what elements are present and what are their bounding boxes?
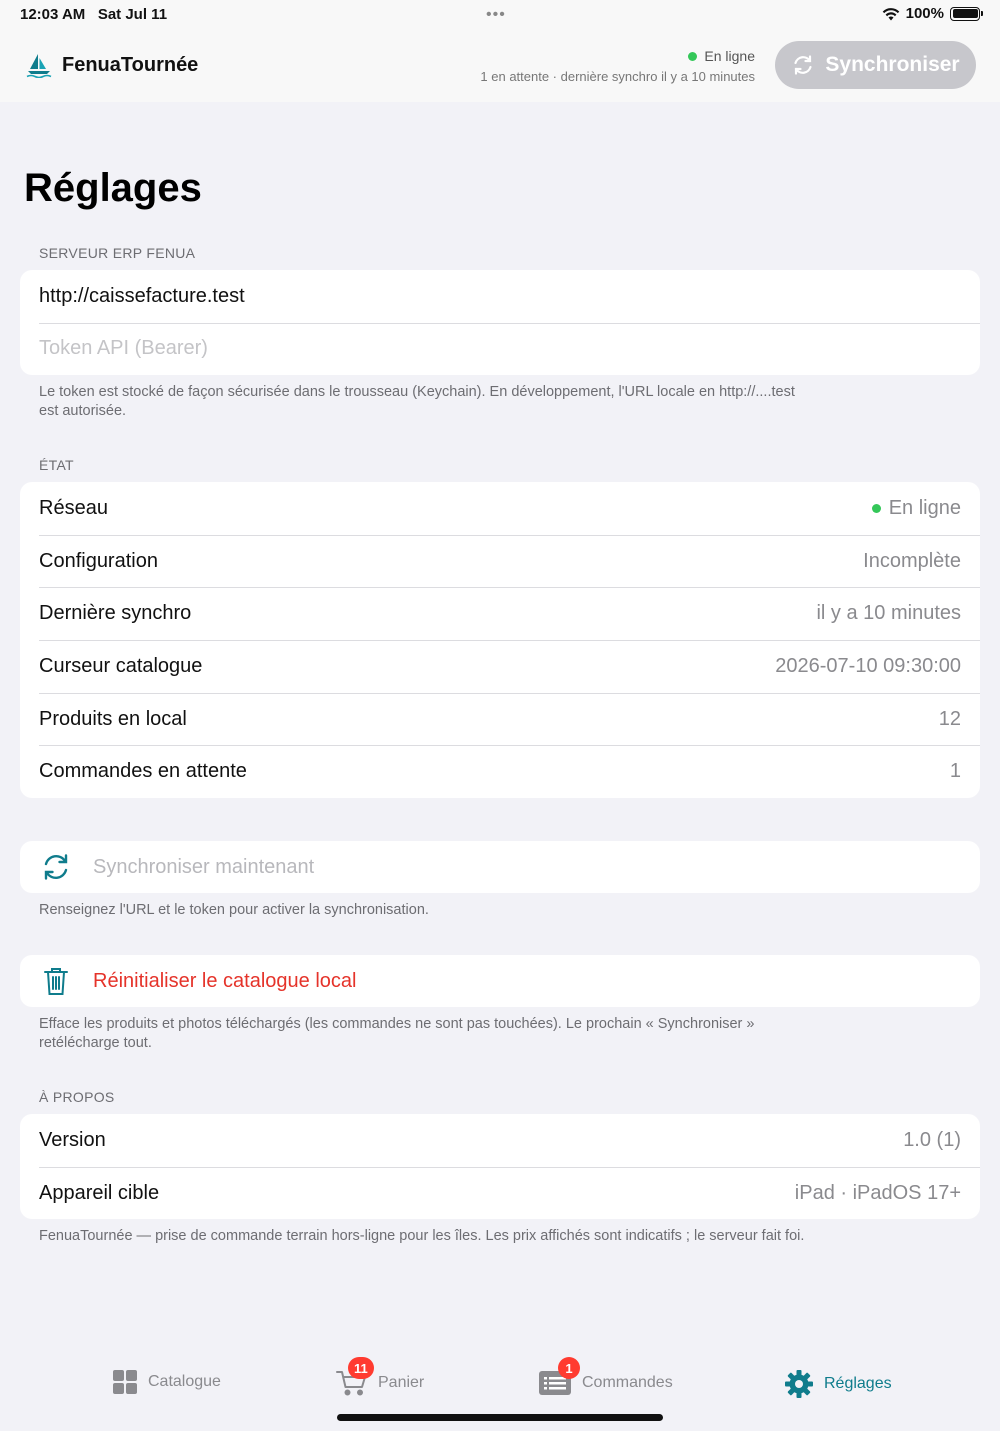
about-row-version: Version 1.0 (1): [39, 1128, 961, 1151]
sync-now-note: Renseignez l'URL et le token pour active…: [39, 902, 429, 918]
tab-commandes[interactable]: Commandes 1: [538, 1357, 673, 1397]
connection-label: En ligne: [704, 48, 755, 64]
tab-catalogue[interactable]: Catalogue: [112, 1369, 221, 1395]
state-row-network: Réseau En ligne: [39, 496, 961, 519]
state-row-configuration: Configuration Incomplète: [20, 534, 980, 588]
tab-reglages[interactable]: Réglages: [784, 1369, 892, 1399]
state-row-catalog-cursor: Curseur catalogue 2026-07-10 09:30:00: [20, 640, 980, 693]
reset-catalog-button[interactable]: Réinitialiser le catalogue local: [20, 955, 980, 1007]
tab-reglages-label: Réglages: [824, 1375, 892, 1392]
page-title: Réglages: [24, 166, 202, 210]
state-row-pending-orders: Commandes en attente 1: [20, 745, 980, 798]
sync-icon: [794, 55, 812, 75]
battery-icon: [950, 6, 983, 21]
tab-panier[interactable]: Panier 11: [336, 1357, 425, 1397]
reset-group: Réinitialiser le catalogue local: [20, 955, 980, 1007]
gear-icon: [785, 1370, 813, 1398]
about-note: FenuaTournée — prise de commande terrain…: [39, 1228, 805, 1244]
connection-status: En ligne 1 en attente · dernière synchro…: [480, 48, 755, 84]
about-group: Version 1.0 (1) Appareil cible iPad · iP…: [20, 1114, 980, 1220]
server-group: [20, 270, 980, 375]
sync-info: 1 en attente · dernière synchro il y a 1…: [480, 69, 755, 84]
sailboat-logo-icon: [26, 54, 52, 78]
app-header: FenuaTournée En ligne 1 en attente · der…: [0, 28, 1000, 102]
section-header-server: SERVEUR ERP FENUA: [39, 245, 196, 261]
status-indicators: 100%: [882, 5, 983, 22]
battery-percent: 100%: [905, 5, 944, 22]
tab-catalogue-label: Catalogue: [148, 1373, 221, 1390]
server-note: Le token est stocké de façon sécurisée d…: [39, 384, 795, 419]
state-row-local-products: Produits en local 12: [20, 692, 980, 746]
sync-now-button[interactable]: Synchroniser maintenant: [20, 841, 980, 893]
server-url-input[interactable]: [39, 284, 961, 308]
home-indicator[interactable]: [337, 1414, 663, 1421]
brand: FenuaTournée: [26, 52, 198, 78]
reset-note: Efface les produits et photos téléchargé…: [39, 1016, 755, 1051]
url-row: [20, 270, 980, 323]
token-row: [20, 322, 980, 376]
grid-icon: [113, 1370, 137, 1394]
section-header-about: À PROPOS: [39, 1089, 115, 1105]
sync-button[interactable]: Synchroniser: [775, 41, 976, 89]
status-bar: 12:03 AM Sat Jul 11 ••• 100%: [0, 0, 1000, 28]
app-name: FenuaTournée: [62, 53, 199, 76]
tab-panier-label: Panier: [378, 1374, 425, 1391]
state-row-last-sync: Dernière synchro il y a 10 minutes: [20, 587, 980, 640]
online-dot-icon: [871, 503, 881, 513]
status-time: 12:03 AM Sat Jul 11: [20, 6, 168, 23]
state-group: Réseau En ligne Configuration Incomplète…: [20, 482, 980, 799]
sync-button-label: Synchroniser: [825, 53, 960, 76]
multitasking-dots-icon[interactable]: •••: [486, 6, 506, 24]
section-header-state: ÉTAT: [39, 457, 74, 473]
cart-badge: 11: [348, 1357, 374, 1379]
wifi-icon: [882, 7, 899, 20]
sync-now-group: Synchroniser maintenant: [20, 841, 980, 893]
sync-icon: [44, 854, 68, 880]
online-dot-icon: [688, 51, 698, 61]
orders-badge: 1: [558, 1357, 580, 1379]
trash-icon: [44, 968, 68, 995]
sync-now-label: Synchroniser maintenant: [93, 855, 315, 878]
tab-commandes-label: Commandes: [582, 1374, 673, 1391]
about-row-device: Appareil cible iPad · iPadOS 17+: [20, 1166, 980, 1220]
reset-catalog-label: Réinitialiser le catalogue local: [93, 969, 357, 992]
api-token-input[interactable]: [39, 337, 961, 361]
